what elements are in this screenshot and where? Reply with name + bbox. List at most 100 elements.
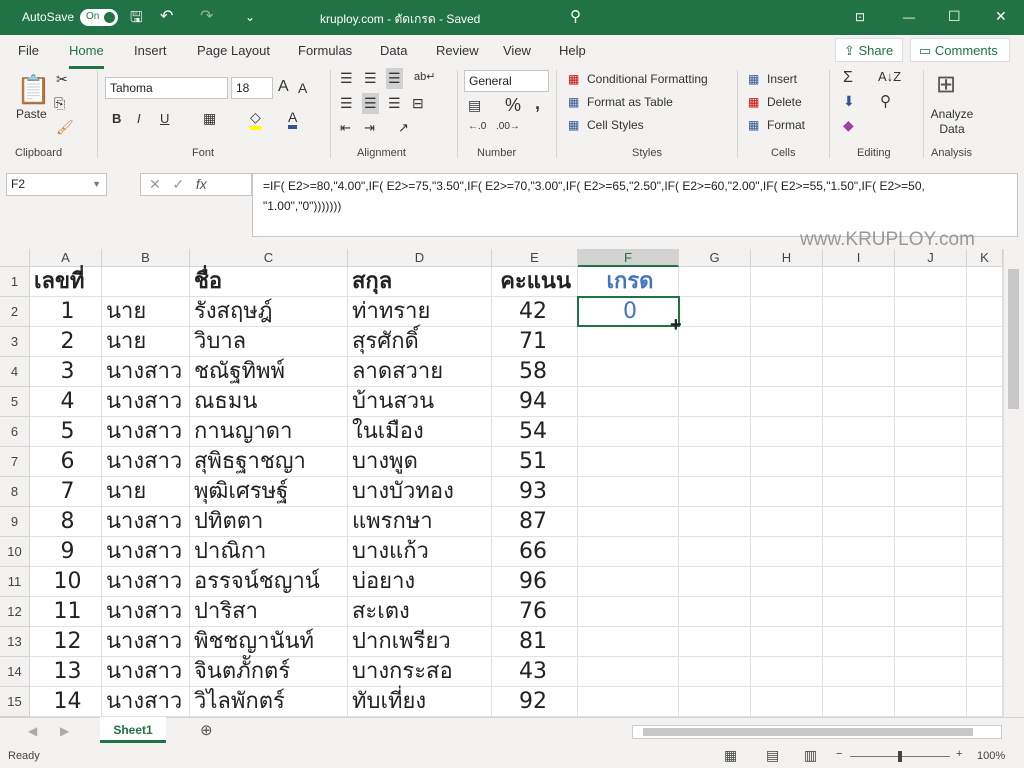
cell-d5[interactable]: บ้านสวน <box>348 387 492 417</box>
format-cells-button[interactable]: Format <box>767 118 805 132</box>
cell-b15[interactable]: นางสาว <box>102 687 190 717</box>
cell-g12[interactable] <box>679 597 751 627</box>
cell-a11[interactable]: 10 <box>30 567 102 597</box>
cell-k3[interactable] <box>967 327 1003 357</box>
cell-d7[interactable]: บางพูด <box>348 447 492 477</box>
cell-b1[interactable] <box>102 267 190 297</box>
font-size-select[interactable]: 18 <box>231 77 273 99</box>
cell-e6[interactable]: 54 <box>492 417 578 447</box>
fill-icon[interactable]: ⬇ <box>843 93 855 110</box>
cell-f6[interactable] <box>578 417 679 447</box>
row-header-8[interactable]: 8 <box>0 477 30 507</box>
row-header-6[interactable]: 6 <box>0 417 30 447</box>
cell-i7[interactable] <box>823 447 895 477</box>
cell-e13[interactable]: 81 <box>492 627 578 657</box>
cell-i11[interactable] <box>823 567 895 597</box>
cell-g2[interactable] <box>679 297 751 327</box>
cell-e10[interactable]: 66 <box>492 537 578 567</box>
row-header-1[interactable]: 1 <box>0 267 30 297</box>
column-header-h[interactable]: H <box>751 249 823 267</box>
cell-e15[interactable]: 92 <box>492 687 578 717</box>
cell-a5[interactable]: 4 <box>30 387 102 417</box>
cell-e14[interactable]: 43 <box>492 657 578 687</box>
customize-qat-icon[interactable]: ⌄ <box>245 10 255 24</box>
cell-d9[interactable]: แพรกษา <box>348 507 492 537</box>
add-sheet-icon[interactable]: ⊕ <box>200 721 213 739</box>
font-name-select[interactable]: Tahoma <box>105 77 228 99</box>
scroll-thumb[interactable] <box>643 728 973 736</box>
undo-icon[interactable]: ↶ <box>160 6 173 26</box>
cell-e5[interactable]: 94 <box>492 387 578 417</box>
autosave-toggle[interactable]: On <box>80 9 118 26</box>
cell-i6[interactable] <box>823 417 895 447</box>
vertical-scrollbar[interactable] <box>1003 249 1024 717</box>
cell-c2[interactable]: รังสฤษฎ์ <box>190 297 348 327</box>
cell-a1[interactable]: เลขที่ <box>30 267 102 297</box>
cell-j2[interactable] <box>895 297 967 327</box>
row-header-11[interactable]: 11 <box>0 567 30 597</box>
cell-k11[interactable] <box>967 567 1003 597</box>
delete-cells-button[interactable]: Delete <box>767 95 802 109</box>
cell-g4[interactable] <box>679 357 751 387</box>
cell-j4[interactable] <box>895 357 967 387</box>
cell-f11[interactable] <box>578 567 679 597</box>
cell-k7[interactable] <box>967 447 1003 477</box>
cell-a12[interactable]: 11 <box>30 597 102 627</box>
cell-b4[interactable]: นางสาว <box>102 357 190 387</box>
row-header-7[interactable]: 7 <box>0 447 30 477</box>
horizontal-scrollbar[interactable] <box>632 725 1002 739</box>
cell-d4[interactable]: ลาดสวาย <box>348 357 492 387</box>
decrease-decimal-icon[interactable]: .00→ <box>496 121 520 132</box>
orientation-icon[interactable]: ↗ <box>398 120 409 136</box>
cell-f5[interactable] <box>578 387 679 417</box>
paste-icon[interactable]: 📋 <box>16 73 51 106</box>
tab-insert[interactable]: Insert <box>134 43 167 58</box>
cell-h9[interactable] <box>751 507 823 537</box>
insert-function-icon[interactable]: fx <box>196 176 207 192</box>
zoom-slider[interactable] <box>850 751 950 762</box>
cell-c7[interactable]: สุพิธฐาชญา <box>190 447 348 477</box>
cell-d3[interactable]: สุรศักดิ์ <box>348 327 492 357</box>
cell-a10[interactable]: 9 <box>30 537 102 567</box>
cell-d1[interactable]: สกุล <box>348 267 492 297</box>
insert-cells-button[interactable]: Insert <box>767 72 797 86</box>
cell-b2[interactable]: นาย <box>102 297 190 327</box>
cell-f15[interactable] <box>578 687 679 717</box>
cell-a13[interactable]: 12 <box>30 627 102 657</box>
align-top-icon[interactable]: ☰ <box>340 70 353 87</box>
cell-k8[interactable] <box>967 477 1003 507</box>
cell-f1[interactable]: เกรด <box>578 267 679 297</box>
cell-f14[interactable] <box>578 657 679 687</box>
cell-b11[interactable]: นางสาว <box>102 567 190 597</box>
next-sheet-icon[interactable]: ▶ <box>60 724 69 738</box>
cell-j8[interactable] <box>895 477 967 507</box>
increase-font-icon[interactable]: A <box>278 78 289 96</box>
align-bottom-icon[interactable]: ☰ <box>386 68 403 89</box>
autosum-icon[interactable]: Σ <box>843 69 853 87</box>
merge-center-icon[interactable]: ⊟ <box>412 95 424 112</box>
tab-home[interactable]: Home <box>69 43 104 69</box>
row-header-15[interactable]: 15 <box>0 687 30 717</box>
cell-h3[interactable] <box>751 327 823 357</box>
cell-i9[interactable] <box>823 507 895 537</box>
cell-j13[interactable] <box>895 627 967 657</box>
row-header-13[interactable]: 13 <box>0 627 30 657</box>
cell-f3[interactable] <box>578 327 679 357</box>
zoom-level[interactable]: 100% <box>977 750 1005 762</box>
analyze-data-icon[interactable]: ⊞ <box>936 70 956 99</box>
column-header-d[interactable]: D <box>348 249 492 267</box>
cell-g14[interactable] <box>679 657 751 687</box>
cell-e9[interactable]: 87 <box>492 507 578 537</box>
row-header-12[interactable]: 12 <box>0 597 30 627</box>
cell-a3[interactable]: 2 <box>30 327 102 357</box>
row-header-14[interactable]: 14 <box>0 657 30 687</box>
cell-b14[interactable]: นางสาว <box>102 657 190 687</box>
cell-g6[interactable] <box>679 417 751 447</box>
cell-j14[interactable] <box>895 657 967 687</box>
cell-i4[interactable] <box>823 357 895 387</box>
cell-i13[interactable] <box>823 627 895 657</box>
cell-a7[interactable]: 6 <box>30 447 102 477</box>
cell-i10[interactable] <box>823 537 895 567</box>
cell-h4[interactable] <box>751 357 823 387</box>
cell-a4[interactable]: 3 <box>30 357 102 387</box>
